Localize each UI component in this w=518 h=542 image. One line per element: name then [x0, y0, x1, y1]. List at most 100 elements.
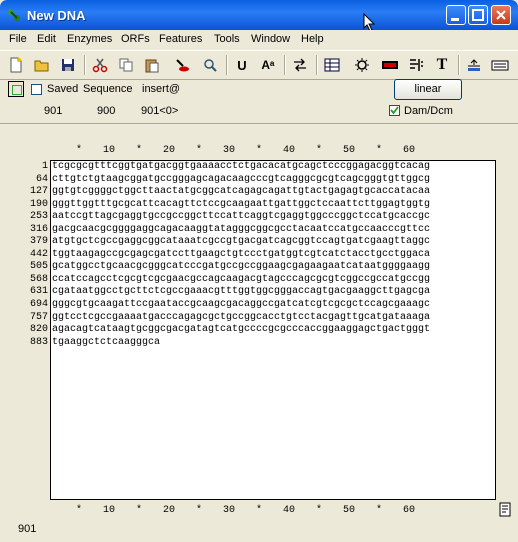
keyboard-icon	[491, 60, 509, 71]
maximize-button[interactable]	[468, 5, 488, 25]
translate-icon	[468, 59, 480, 71]
sun-map-icon	[355, 58, 369, 72]
table-view-button[interactable]	[322, 55, 342, 75]
ruler-tick: 10	[102, 505, 116, 516]
menu-file[interactable]: File	[9, 33, 27, 45]
line-number: 820	[29, 324, 48, 336]
menu-help[interactable]: Help	[301, 33, 324, 45]
sequence-line[interactable]: tcgcgcgtttcggtgatgacggtgaaaacctctgacacat…	[52, 161, 430, 174]
toolbar: U Aᵃ T	[0, 50, 518, 80]
toolbar-separator	[284, 55, 286, 75]
swap-arrows-icon	[294, 58, 306, 72]
ruler-tick: *	[376, 145, 383, 156]
cut-button[interactable]	[90, 55, 110, 75]
reverse-complement-button[interactable]	[290, 55, 310, 75]
paste-button[interactable]	[142, 55, 162, 75]
damdcm-label: Dam/Dcm	[404, 105, 453, 117]
ruler-tick: *	[135, 145, 143, 156]
line-number: 379	[29, 236, 48, 248]
restriction-map-icon	[382, 61, 398, 69]
menu-tools[interactable]: Tools	[214, 33, 240, 45]
sequence-line[interactable]: aatccgttagcgaggtgccgccggcttccattcaggtcga…	[52, 211, 430, 224]
window-title: New DNA	[27, 8, 86, 23]
ruler-tick: 30	[223, 145, 236, 156]
translate-button[interactable]	[464, 55, 484, 75]
open-button[interactable]	[32, 55, 52, 75]
ruler-tick: *	[196, 145, 203, 156]
minimize-button[interactable]	[446, 5, 466, 25]
case-toggle-button[interactable]: Aᵃ	[258, 55, 278, 75]
menu-edit[interactable]: Edit	[37, 33, 56, 45]
close-icon	[496, 10, 506, 20]
sequence-line[interactable]: ggtcctcgccgaaaatgacccagagcgctgccggcacctg…	[52, 312, 430, 325]
dna-app-icon	[8, 9, 20, 21]
ruler-tick: *	[316, 505, 323, 516]
floppy-disk-icon	[62, 59, 74, 71]
sequence-line[interactable]: gcatggcctgcaacgcgggcatcccgatgccgccggaagc…	[52, 261, 430, 274]
sequence-line[interactable]: gggttggtttgcgcattcacagttctccgcaagaattgat…	[52, 199, 430, 212]
line-number: 568	[29, 273, 48, 285]
position-bar: 901 900 901<0> Dam/Dcm	[0, 101, 518, 124]
t-letter-icon: T	[436, 56, 448, 73]
menu-window[interactable]: Window	[251, 33, 290, 45]
square-icon	[12, 85, 22, 95]
sequence-line[interactable]: atgtgctcgccgaggcggcataaatcgccgtgacgatcag…	[52, 236, 430, 249]
status-bar: 901	[0, 519, 518, 542]
sequence-pane: * 10 * 20 * 30 * 40 * 50 * 60 1 64 127 190 253 316 379 442…	[0, 124, 518, 518]
ruler-tick: 20	[163, 505, 176, 516]
ruler-tick: *	[316, 145, 323, 156]
toolbar-separator	[458, 55, 460, 75]
damdcm-checkbox[interactable]	[389, 105, 400, 116]
line-number: 1	[41, 161, 48, 172]
line-number: 127	[29, 186, 48, 198]
sequence-line[interactable]: cttgtctgtaagcggatgccgggagcagacaagcccgtca…	[52, 174, 430, 187]
linear-button[interactable]: linear	[394, 79, 462, 100]
line-number: 190	[29, 198, 48, 210]
magnifier-icon	[204, 59, 217, 72]
ruler-tick: 60	[403, 145, 416, 156]
saved-checkbox[interactable]	[31, 84, 42, 95]
ruler-tick: 40	[283, 145, 296, 156]
ruler-tick: 50	[343, 145, 356, 156]
ecori-button[interactable]	[380, 55, 400, 75]
sequence-line[interactable]: cgataatggcctgcttctcgccgaaacgtttggtggcggg…	[52, 286, 430, 299]
close-button[interactable]	[491, 5, 511, 25]
align-button[interactable]	[406, 55, 426, 75]
menu-enzymes[interactable]: Enzymes	[67, 33, 112, 45]
sequence-line[interactable]: agacagtcataagtgcggcgacgatagtcatgccccgcgc…	[52, 324, 430, 337]
new-file-button[interactable]	[6, 55, 26, 75]
enzyme-cut-button[interactable]	[172, 55, 192, 75]
sequence-line[interactable]: ccatccagcctcgcgtcgcgaacgccagcaagacgtagcc…	[52, 274, 430, 287]
ruler-tick: *	[135, 505, 143, 516]
ruler-tick: 50	[343, 505, 356, 516]
save-button[interactable]	[58, 55, 78, 75]
sequence-line[interactable]: tgaaggctctcaagggca	[52, 337, 430, 350]
ruler-tick: *	[196, 505, 203, 516]
sequence-line[interactable]: gggcgtgcaagattccgaataccgcaagcgacaggccgat…	[52, 299, 430, 312]
menu-features[interactable]: Features	[159, 33, 202, 45]
sequence-line[interactable]: gacgcaacgcggggaggcagacaaggtatagggcggcgcc…	[52, 224, 430, 237]
maximize-icon	[472, 9, 484, 21]
ruler-tick: 20	[163, 145, 176, 156]
uppercase-button[interactable]: U	[232, 55, 252, 75]
sequence-label: Sequence	[83, 83, 133, 95]
circular-map-button[interactable]	[352, 55, 372, 75]
title-bar[interactable]: New DNA	[0, 0, 518, 30]
keyboard-button[interactable]	[490, 55, 510, 75]
menu-orfs[interactable]: ORFs	[121, 33, 150, 45]
sequence-text[interactable]: tcgcgcgtttcggtgatgacggtgaaaacctctgacacat…	[52, 161, 430, 349]
copy-button[interactable]	[116, 55, 136, 75]
line-number: 505	[29, 261, 48, 273]
sequence-line[interactable]: tggtaagagccgcgagcgatccttgaagctgtccctgatg…	[52, 249, 430, 262]
saved-label: Saved	[47, 83, 79, 95]
text-button[interactable]: T	[432, 55, 452, 75]
paste-icon	[145, 59, 159, 73]
ruler-tick: *	[256, 505, 263, 516]
sequence-line[interactable]: ggtgtcggggctggcttaactatgcggcatcagagcagat…	[52, 186, 430, 199]
enzyme-icon	[176, 59, 189, 72]
ruler-tick: *	[75, 505, 83, 516]
line-number: 757	[29, 311, 48, 323]
clipboard-icon[interactable]	[498, 501, 512, 517]
find-button[interactable]	[200, 55, 220, 75]
view-toggle-button[interactable]	[8, 81, 24, 97]
